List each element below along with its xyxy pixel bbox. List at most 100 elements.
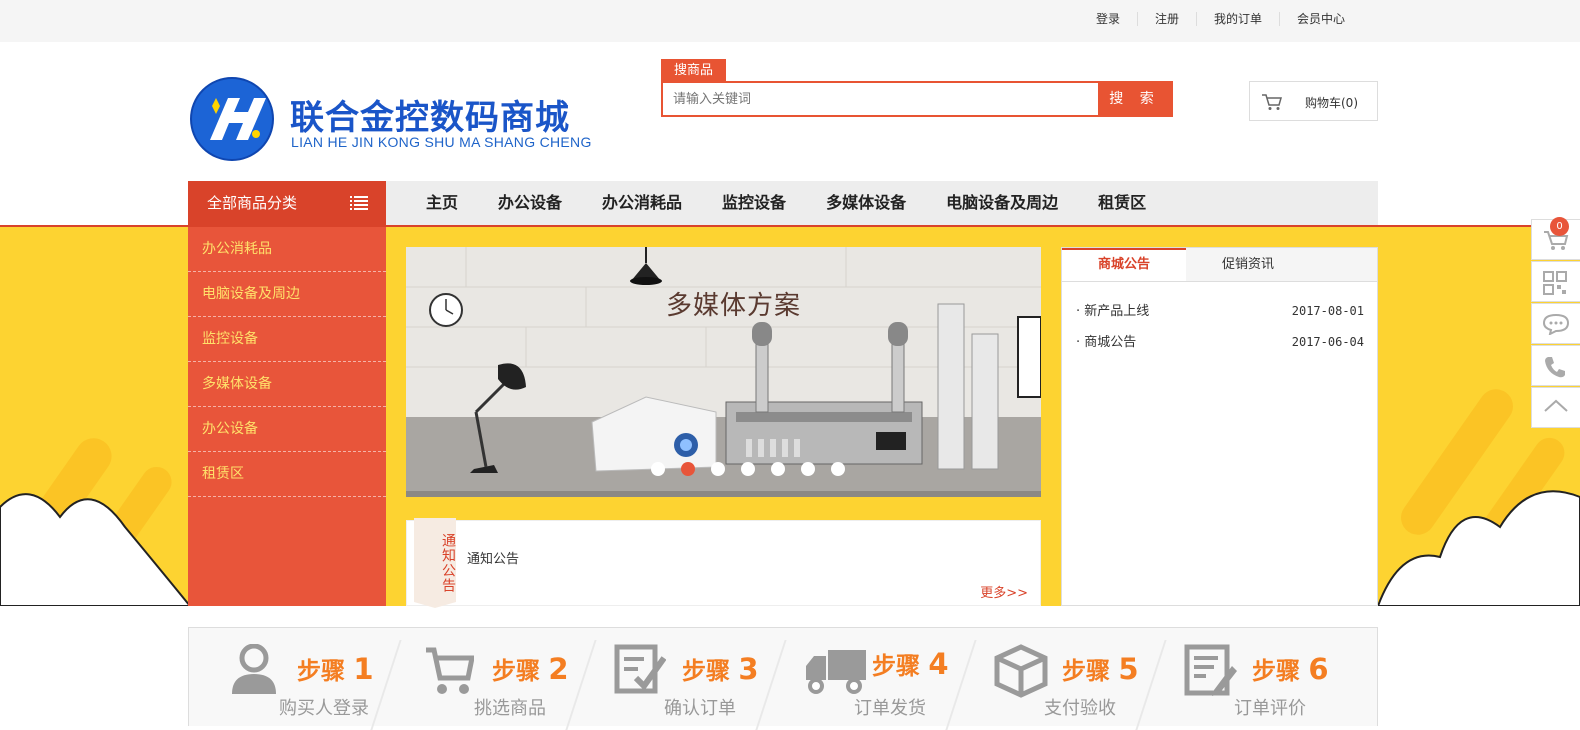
step-number: 步骤 2 [492,651,569,686]
cart-icon [426,647,474,694]
carousel-dot-active[interactable] [681,462,695,476]
search-input[interactable] [663,83,1099,115]
step-digit: 3 [738,652,759,686]
login-link[interactable]: 登录 [1079,12,1137,26]
step-label: 挑选商品 [474,698,546,719]
step-digit: 4 [928,647,949,681]
chevron-up-icon [1544,399,1568,412]
hero-banner[interactable]: 多媒体方案 [406,247,1041,497]
step-2: 步骤 2 挑选商品 [384,628,597,730]
carousel-dot[interactable] [741,462,755,476]
carousel-dots [651,462,861,476]
qr-code-button[interactable] [1531,261,1580,302]
search-button[interactable]: 搜 索 [1098,83,1171,115]
step-digit: 2 [548,652,569,686]
phone-icon [1545,357,1565,378]
step-prefix: 步骤 [682,657,730,685]
tab-mall-announcements[interactable]: 商城公告 [1062,248,1186,281]
review-icon [1184,644,1237,696]
member-center-link[interactable]: 会员中心 [1278,12,1362,26]
carousel-dot[interactable] [651,462,665,476]
category-surveillance[interactable]: 监控设备 [188,317,386,362]
qr-code-icon [1543,271,1567,295]
search-box: 搜 索 [661,81,1173,117]
announcement-item[interactable]: · 商城公告 2017-06-04 [1076,327,1364,358]
checklist-icon [614,644,666,694]
step-digit: 5 [1118,652,1139,686]
category-sidebar: 办公消耗品 电脑设备及周边 监控设备 多媒体设备 办公设备 租赁区 [188,227,386,606]
nav-item-multimedia[interactable]: 多媒体设备 [806,181,926,225]
main-nav: 主页 办公设备 办公消耗品 监控设备 多媒体设备 电脑设备及周边 租赁区 [386,181,1378,225]
category-rental[interactable]: 租赁区 [188,452,386,497]
step-number: 步骤 1 [297,651,374,686]
purchase-steps: 步骤 1 购买人登录 步骤 2 挑选商品 步骤 3 确认订单 步骤 4 订单发货… [188,627,1378,730]
category-computers[interactable]: 电脑设备及周边 [188,272,386,317]
carousel-dot[interactable] [801,462,815,476]
top-bar: 登录 注册 我的订单 会员中心 [0,0,1580,42]
cart-count-badge: 0 [1550,217,1569,236]
floating-cart-button[interactable]: 0 [1531,217,1580,260]
back-to-top-button[interactable] [1531,387,1580,428]
cart-button[interactable]: 购物车(0) [1249,81,1378,121]
site-logo[interactable]: 联合金控数码商城 LIAN HE JIN KONG SHU MA SHANG C… [190,76,592,162]
nav-item-office-equipment[interactable]: 办公设备 [478,181,582,225]
list-menu-icon [350,196,368,210]
step-prefix: 步骤 [492,657,540,685]
chat-button[interactable] [1531,303,1580,344]
all-categories-button[interactable]: 全部商品分类 [188,181,386,225]
announcement-date: 2017-08-01 [1291,304,1364,318]
step-prefix: 步骤 [1252,657,1300,685]
top-links: 登录 注册 我的订单 会员中心 [1079,12,1362,26]
logo-emblem-icon [190,77,274,161]
step-6: 步骤 6 订单评价 [1144,628,1334,727]
category-multimedia[interactable]: 多媒体设备 [188,362,386,407]
carousel-dot[interactable] [831,462,845,476]
carousel-dot[interactable] [771,462,785,476]
nav-item-computers[interactable]: 电脑设备及周边 [926,181,1078,225]
category-office-equipment[interactable]: 办公设备 [188,407,386,452]
category-office-supplies[interactable]: 办公消耗品 [188,227,386,272]
announcement-item[interactable]: · 新产品上线 2017-08-01 [1076,296,1364,327]
step-label: 支付验收 [1044,698,1116,719]
step-1: 步骤 1 购买人登录 [189,628,402,730]
nav-item-rental[interactable]: 租赁区 [1078,181,1166,225]
step-number: 步骤 3 [682,651,759,686]
search-type-tab[interactable]: 搜商品 [661,59,726,82]
box-icon [994,644,1048,698]
step-4: 步骤 4 订单发货 [764,628,977,730]
my-orders-link[interactable]: 我的订单 [1195,12,1279,26]
announcement-date: 2017-06-04 [1291,335,1364,349]
cart-label: 购物车(0) [1305,96,1358,110]
nav-item-surveillance[interactable]: 监控设备 [702,181,806,225]
step-prefix: 步骤 [1062,657,1110,685]
step-prefix: 步骤 [872,652,920,680]
floating-toolbar: 0 [1531,217,1580,429]
notice-panel: 通知公告 通知公告 更多>> [406,518,1041,608]
logo-subtitle: LIAN HE JIN KONG SHU MA SHANG CHENG [291,134,592,150]
announcement-panel: 商城公告 促销资讯 · 新产品上线 2017-08-01 · 商城公告 2017… [1061,247,1378,606]
announcement-title: · 商城公告 [1076,335,1137,350]
step-digit: 6 [1308,652,1329,686]
announcement-title-text: 新产品上线 [1084,304,1150,319]
step-label: 订单评价 [1234,698,1306,719]
register-link[interactable]: 注册 [1136,12,1196,26]
step-label: 购买人登录 [279,698,369,719]
nav-item-home[interactable]: 主页 [406,181,478,225]
chat-bubble-icon [1543,313,1569,335]
carousel-dot[interactable] [711,462,725,476]
truck-icon [806,650,866,694]
notice-more-link[interactable]: 更多>> [980,582,1028,601]
step-prefix: 步骤 [297,657,345,685]
step-number: 步骤 6 [1252,651,1329,686]
user-icon [232,644,276,694]
notice-text[interactable]: 通知公告 [467,548,519,567]
step-label: 确认订单 [664,698,736,719]
phone-button[interactable] [1531,345,1580,386]
logo-title: 联合金控数码商城 [290,98,570,138]
cart-icon [1262,94,1282,110]
nav-item-office-supplies[interactable]: 办公消耗品 [582,181,702,225]
tab-promotions[interactable]: 促销资讯 [1186,248,1310,281]
announcement-title-text: 商城公告 [1084,335,1137,350]
step-number: 步骤 4 [872,646,949,681]
all-categories-label: 全部商品分类 [207,194,298,212]
